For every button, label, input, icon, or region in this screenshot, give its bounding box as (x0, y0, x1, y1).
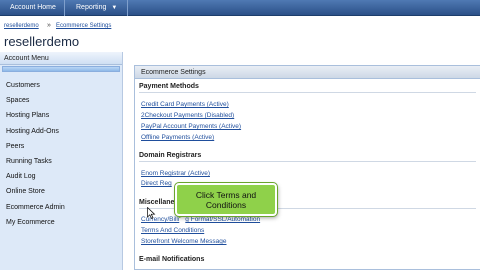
account-home-tab[interactable]: Account Home (0, 0, 65, 16)
tutorial-callout: Click Terms and Conditions (175, 183, 277, 216)
paypal-payments-link[interactable]: PayPal Account Payments (Active) (141, 123, 241, 130)
sidebar-item-ecommerce-admin[interactable]: Ecommerce Admin (0, 200, 122, 215)
sidebar-item-online-store[interactable]: Online Store (0, 184, 122, 199)
direct-registrar-link[interactable]: Direct Reg (141, 180, 172, 187)
miscellaneous-title: Miscellane (139, 199, 175, 206)
sidebar-item-customers[interactable]: Customers (0, 78, 122, 93)
sidebar-item-hosting-add-ons[interactable]: Hosting Add-Ons (0, 124, 122, 139)
sidebar-header: Account Menu (0, 52, 122, 65)
credit-card-payments-link[interactable]: Credit Card Payments (Active) (141, 101, 229, 108)
account-menu-sidebar: Account Menu Customers Spaces Hosting Pl… (0, 52, 123, 270)
breadcrumb-current-link[interactable]: Ecommerce Settings (56, 23, 111, 29)
sidebar-item-hosting-plans[interactable]: Hosting Plans (0, 108, 122, 123)
sidebar-item-spaces[interactable]: Spaces (0, 93, 122, 108)
email-notifications-title: E-mail Notifications (139, 256, 205, 263)
sidebar-item-running-tasks[interactable]: Running Tasks (0, 154, 122, 169)
payment-methods-title: Payment Methods (139, 83, 199, 90)
ecommerce-settings-panel: Ecommerce Settings Payment Methods Credi… (134, 65, 480, 270)
terms-and-conditions-link[interactable]: Terms And Conditions (141, 227, 204, 234)
currency-billing-link[interactable]: Currency/Billi g Format/SSL/Automation (141, 216, 260, 223)
top-navigation-bar: Account Home Reporting ▼ (0, 0, 480, 16)
reporting-menu[interactable]: Reporting ▼ (66, 0, 128, 16)
account-home-label: Account Home (10, 4, 56, 11)
currency-billing-link-part2: g Format/SSL/Automation (185, 216, 261, 223)
sidebar-subheader-bar (2, 66, 120, 72)
breadcrumb-separator: » (47, 22, 51, 29)
sidebar-item-my-ecommerce[interactable]: My Ecommerce (0, 215, 122, 230)
panel-header: Ecommerce Settings (135, 66, 480, 79)
offline-payments-link[interactable]: Offline Payments (Active) (141, 134, 214, 141)
domain-registrars-title: Domain Registrars (139, 152, 202, 159)
callout-line-1: Click Terms and (177, 190, 275, 200)
sidebar-item-peers[interactable]: Peers (0, 139, 122, 154)
mouse-pointer-icon (147, 207, 156, 219)
enom-registrar-link[interactable]: Enom Registrar (Active) (141, 170, 210, 177)
callout-line-2: Conditions (205, 200, 247, 210)
section-divider (139, 161, 476, 162)
sidebar-menu-list: Customers Spaces Hosting Plans Hosting A… (0, 78, 122, 230)
breadcrumb-root-link[interactable]: resellerdemo (4, 23, 39, 29)
storefront-welcome-message-link[interactable]: Storefront Welcome Message (141, 238, 227, 245)
sidebar-item-audit-log[interactable]: Audit Log (0, 169, 122, 184)
page-title: resellerdemo (4, 34, 80, 49)
reporting-label: Reporting (76, 4, 107, 11)
breadcrumb: resellerdemo » Ecommerce Settings (0, 17, 480, 33)
2checkout-payments-link[interactable]: 2Checkout Payments (Disabled) (141, 112, 234, 119)
chevron-down-icon: ▼ (111, 5, 118, 11)
callout-bold-text: Terms and (216, 190, 257, 200)
section-divider (139, 92, 476, 93)
callout-prefix: Click (195, 190, 217, 200)
